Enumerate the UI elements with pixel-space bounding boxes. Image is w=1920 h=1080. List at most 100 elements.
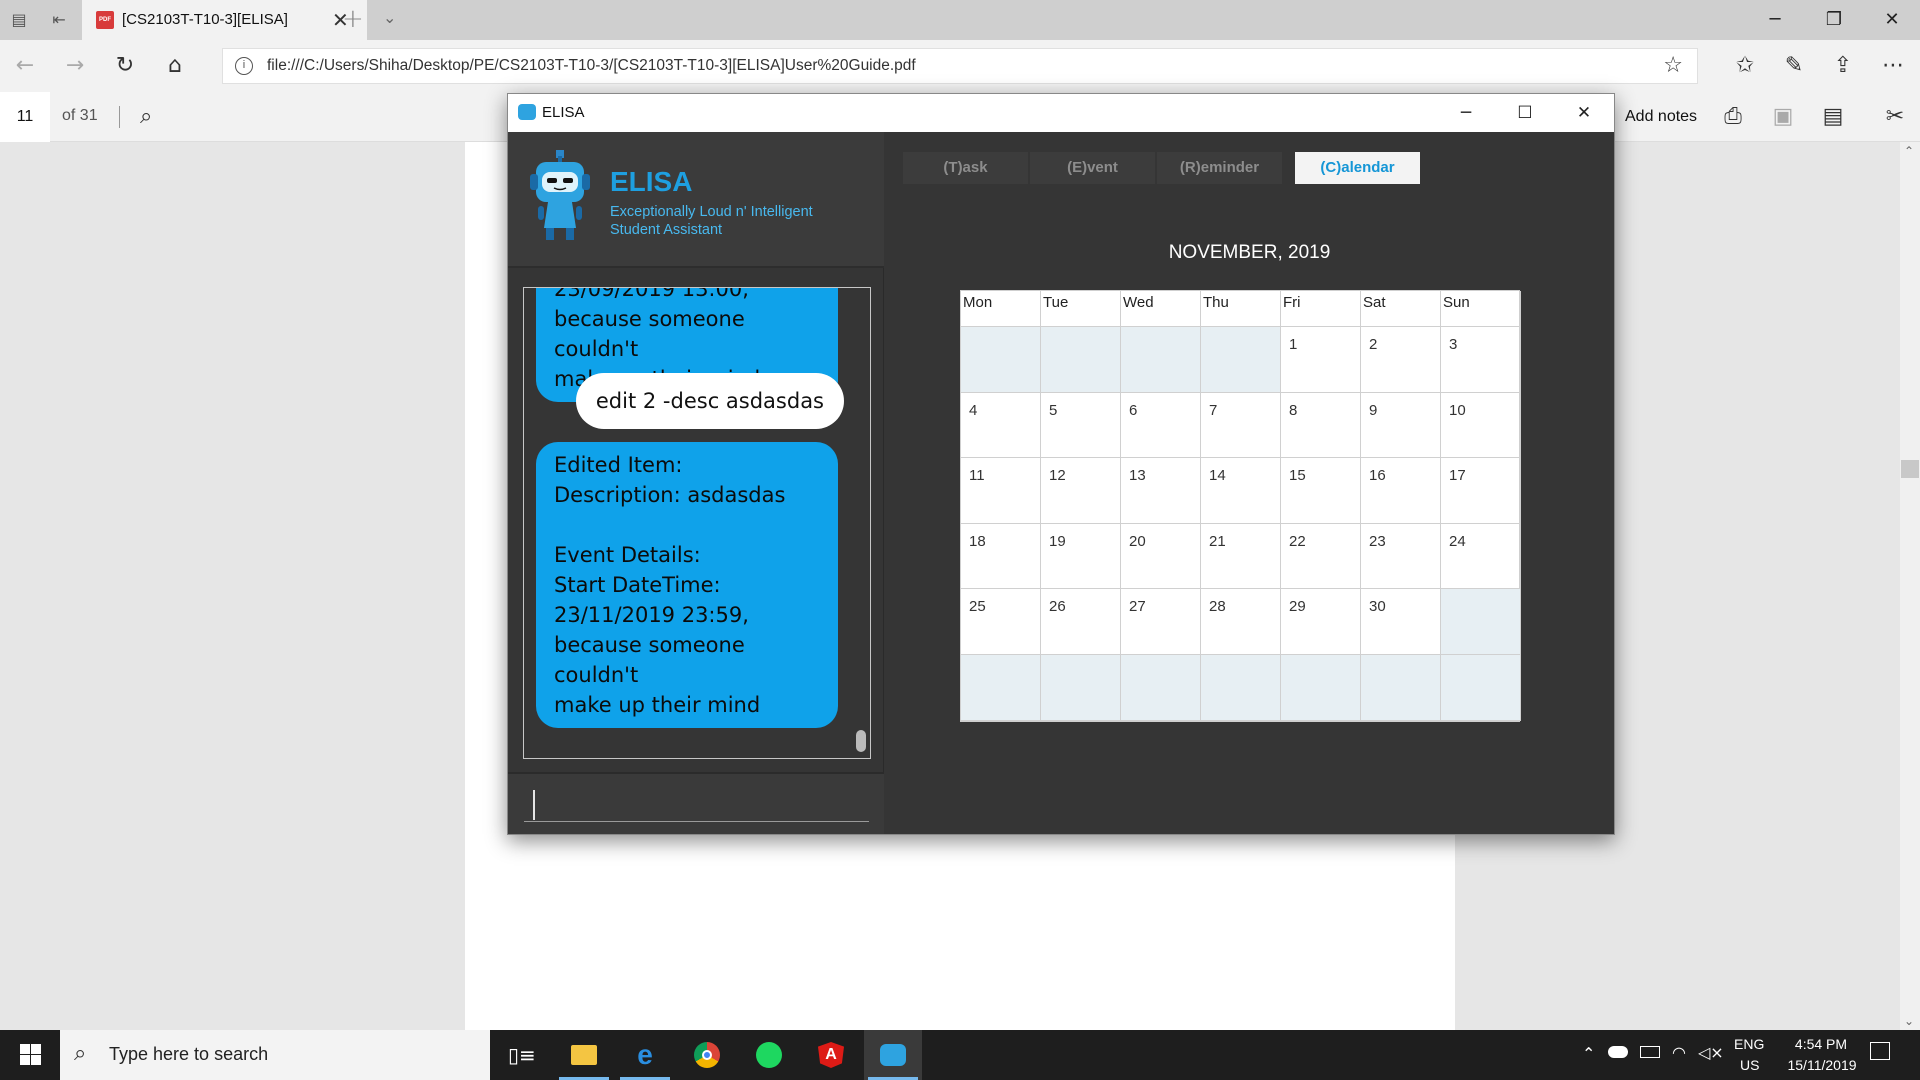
- info-icon[interactable]: i: [235, 57, 253, 75]
- calendar-day-cell[interactable]: 28: [1201, 589, 1281, 655]
- calendar-day-cell[interactable]: 24: [1441, 523, 1521, 590]
- calendar-day-cell[interactable]: 23: [1361, 523, 1441, 590]
- tab-event[interactable]: (E)vent: [1030, 152, 1155, 184]
- save-icon[interactable]: ▣: [1770, 104, 1796, 130]
- chat-line: 23/11/2019 23:59,: [554, 603, 749, 627]
- command-input[interactable]: [524, 786, 869, 822]
- task-view-button[interactable]: ▯≡: [492, 1030, 550, 1080]
- calendar-day-cell[interactable]: 7: [1201, 392, 1281, 459]
- url-text[interactable]: file:///C:/Users/Shiha/Desktop/PE/CS2103…: [267, 57, 916, 75]
- calendar-day-cell[interactable]: 20: [1121, 523, 1201, 590]
- calendar-day-cell[interactable]: 22: [1281, 523, 1361, 590]
- calendar-day-cell[interactable]: 15: [1281, 458, 1361, 524]
- calendar-day-cell[interactable]: 11: [961, 458, 1041, 524]
- back-icon[interactable]: ←: [12, 53, 38, 79]
- elisa-minimize-icon[interactable]: ─: [1437, 94, 1495, 132]
- calendar-day-cell[interactable]: 26: [1041, 589, 1121, 655]
- scroll-down-icon[interactable]: ⌄: [1904, 1014, 1914, 1028]
- calendar-day-cell[interactable]: 2: [1361, 327, 1441, 393]
- chrome-button[interactable]: [678, 1030, 736, 1080]
- clock-date[interactable]: 15/11/2019: [1772, 1057, 1872, 1073]
- calendar-day-cell[interactable]: 25: [961, 589, 1041, 655]
- chat-line: Description: asdasdas: [554, 483, 786, 507]
- calendar-day-cell[interactable]: 19: [1041, 523, 1121, 590]
- calendar-day-cell[interactable]: 16: [1361, 458, 1441, 524]
- tab-pdf-user-guide[interactable]: PDF [CS2103T-T10-3][ELISA] ✕: [82, 0, 367, 40]
- forward-icon[interactable]: →: [62, 53, 88, 79]
- calendar-day-cell[interactable]: 10: [1441, 392, 1521, 459]
- calendar-day-cell[interactable]: 8: [1281, 392, 1361, 459]
- pdf-scrollbar[interactable]: ⌃ ⌄: [1900, 142, 1920, 1030]
- calendar-day-cell[interactable]: 30: [1361, 589, 1441, 655]
- language-eng[interactable]: ENG: [1734, 1036, 1764, 1052]
- taskbar-search-box[interactable]: ⌕ Type here to search: [60, 1030, 490, 1080]
- calendar-day-cell[interactable]: 3: [1441, 327, 1521, 393]
- new-tab-icon[interactable]: +: [342, 4, 364, 34]
- calendar-day-cell[interactable]: 4: [961, 392, 1041, 459]
- tab-task[interactable]: (T)ask: [903, 152, 1028, 184]
- scroll-up-icon[interactable]: ⌃: [1904, 144, 1914, 158]
- tab-list-chevron-icon[interactable]: ⌄: [383, 8, 396, 27]
- search-icon[interactable]: ⌕: [140, 104, 152, 129]
- calendar-day-cell[interactable]: 12: [1041, 458, 1121, 524]
- save-as-icon[interactable]: ▤: [1820, 104, 1846, 130]
- calendar-day-cell[interactable]: 13: [1121, 458, 1201, 524]
- calendar-day-cell[interactable]: 29: [1281, 589, 1361, 655]
- elisa-titlebar: ELISA ─ ☐ ✕: [508, 94, 1614, 132]
- onedrive-cloud-icon[interactable]: [1608, 1046, 1628, 1058]
- tab-calendar[interactable]: (C)alendar: [1295, 152, 1420, 184]
- share-icon[interactable]: ⇪: [1830, 53, 1856, 79]
- calendar-weekday-label: Mon: [961, 291, 1041, 327]
- favorite-star-icon[interactable]: ☆: [1663, 53, 1683, 78]
- text-caret: [533, 790, 535, 820]
- spotify-button[interactable]: [740, 1030, 798, 1080]
- file-explorer-button[interactable]: [555, 1030, 613, 1080]
- minimize-icon[interactable]: ─: [1745, 0, 1805, 40]
- language-us[interactable]: US: [1740, 1057, 1759, 1073]
- calendar-day-cell[interactable]: 6: [1121, 392, 1201, 459]
- calendar-day-cell[interactable]: 17: [1441, 458, 1521, 524]
- tab-reminder[interactable]: (R)eminder: [1157, 152, 1282, 184]
- tray-overflow-icon[interactable]: ⌃: [1582, 1044, 1595, 1063]
- pen-notes-icon[interactable]: ✎: [1781, 53, 1807, 79]
- add-notes-button[interactable]: Add notes: [1625, 108, 1697, 126]
- home-icon[interactable]: ⌂: [162, 53, 188, 79]
- chat-scroll-thumb[interactable]: [856, 730, 866, 752]
- print-icon[interactable]: ⎙: [1720, 104, 1746, 130]
- edge-button[interactable]: e: [616, 1030, 674, 1080]
- calendar-day-cell[interactable]: 5: [1041, 392, 1121, 459]
- app-name: ELISA: [610, 166, 693, 197]
- toolbar-divider: [119, 106, 120, 128]
- angular-button[interactable]: A: [802, 1030, 860, 1080]
- elisa-maximize-icon[interactable]: ☐: [1496, 94, 1554, 132]
- clock-time[interactable]: 4:54 PM: [1786, 1036, 1856, 1052]
- favorites-icon[interactable]: ✩: [1732, 53, 1758, 79]
- calendar-day-cell[interactable]: 9: [1361, 392, 1441, 459]
- search-placeholder[interactable]: Type here to search: [109, 1044, 268, 1065]
- set-aside-tabs-icon[interactable]: ⇤: [48, 9, 70, 31]
- restore-icon[interactable]: ❐: [1804, 0, 1864, 40]
- start-button[interactable]: [0, 1030, 60, 1080]
- chat-history[interactable]: 23/09/2019 13:00, because someone couldn…: [523, 287, 871, 759]
- windows-taskbar: ⌕ Type here to search ▯≡ e A ⌃ ◠ ◁× ENG …: [0, 1030, 1920, 1080]
- action-center-icon[interactable]: [1870, 1042, 1890, 1060]
- chat-message-user: edit 2 -desc asdasdas: [575, 373, 844, 429]
- calendar-day-cell[interactable]: 18: [961, 523, 1041, 590]
- url-field[interactable]: i file:///C:/Users/Shiha/Desktop/PE/CS21…: [222, 48, 1698, 84]
- more-icon[interactable]: ⋯: [1880, 53, 1906, 79]
- elisa-taskbar-button[interactable]: [864, 1030, 922, 1080]
- battery-icon[interactable]: [1640, 1046, 1660, 1058]
- close-window-icon[interactable]: ✕: [1862, 0, 1920, 40]
- unpin-icon[interactable]: ✂: [1882, 104, 1908, 130]
- pdf-scroll-thumb[interactable]: [1901, 460, 1919, 478]
- refresh-icon[interactable]: ↻: [112, 53, 138, 79]
- calendar-day-cell[interactable]: 21: [1201, 523, 1281, 590]
- wifi-icon[interactable]: ◠: [1672, 1043, 1686, 1062]
- calendar-day-cell[interactable]: 27: [1121, 589, 1201, 655]
- page-number-input[interactable]: 11: [0, 92, 50, 142]
- tab-manager-icon[interactable]: ▤: [8, 9, 30, 31]
- elisa-close-icon[interactable]: ✕: [1555, 94, 1613, 132]
- volume-muted-icon[interactable]: ◁×: [1698, 1043, 1724, 1062]
- calendar-day-cell[interactable]: 14: [1201, 458, 1281, 524]
- calendar-day-cell[interactable]: 1: [1281, 327, 1361, 393]
